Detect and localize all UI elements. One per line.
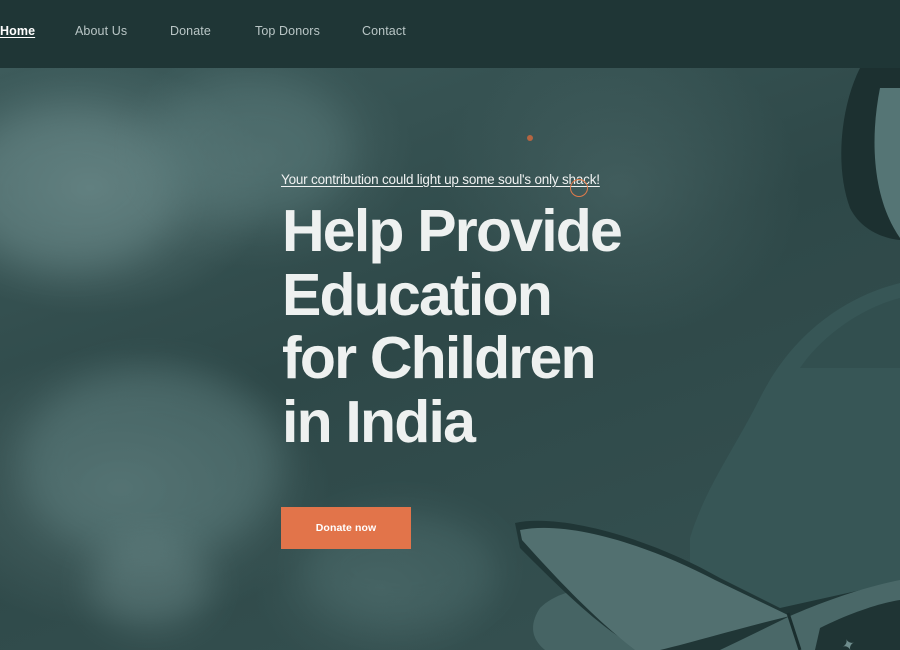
headline-line: for Children [282, 325, 597, 391]
nav-link-about-us[interactable]: About Us [75, 24, 127, 38]
nav-link-home[interactable]: Home [0, 24, 35, 38]
nav-link-donate[interactable]: Donate [170, 24, 211, 38]
top-navigation: Home About Us Donate Top Donors Contact [0, 0, 900, 68]
headline-line: Help Provide [282, 198, 623, 264]
headline-line: in India [282, 388, 476, 455]
hero-headline: Help Provide Education for Children in I… [282, 198, 682, 455]
hero-tagline: Your contribution could light up some so… [281, 172, 600, 187]
decorative-dot [527, 135, 533, 141]
donate-now-button[interactable]: Donate now [281, 507, 411, 549]
cursor-ring [570, 179, 588, 197]
nav-link-top-donors[interactable]: Top Donors [255, 24, 320, 38]
nav-link-contact[interactable]: Contact [362, 24, 406, 38]
headline-line: Education [282, 261, 553, 328]
